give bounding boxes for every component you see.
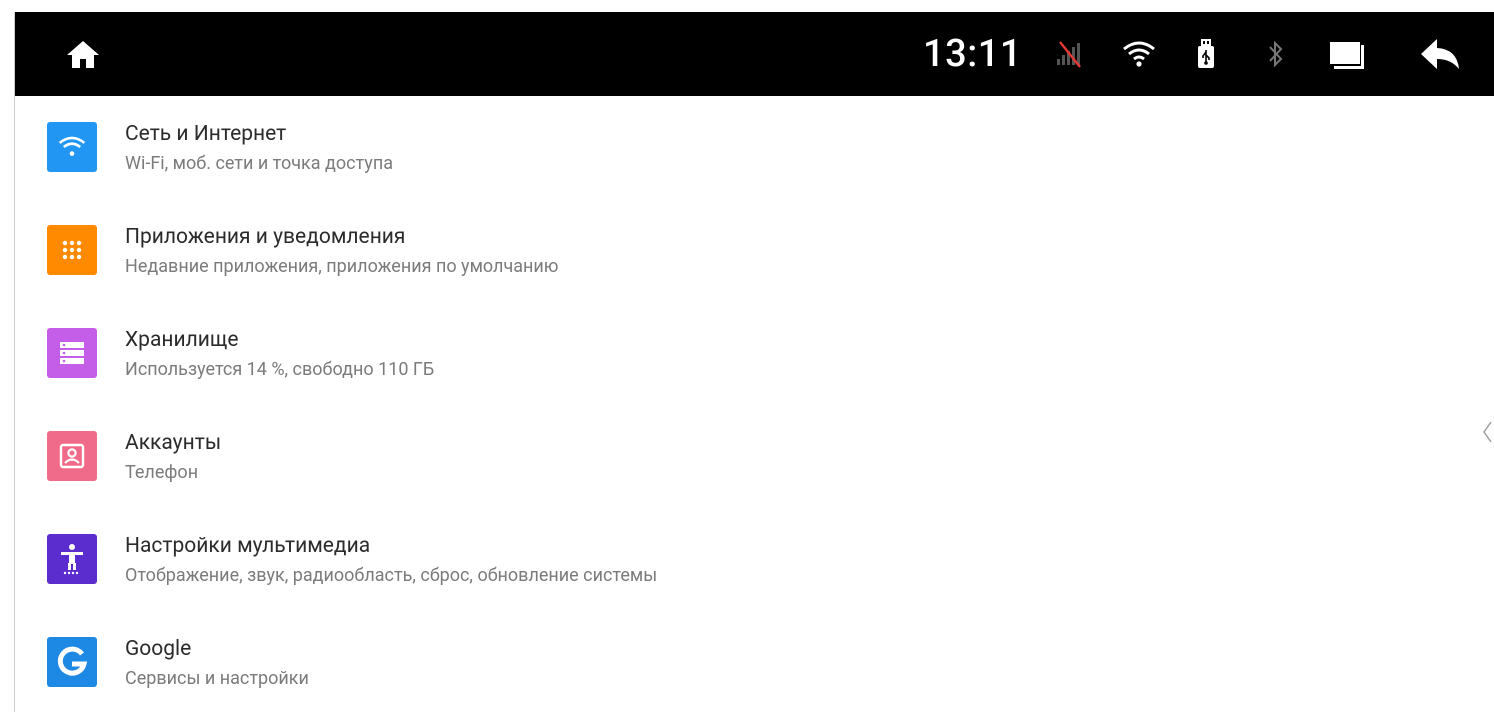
bluetooth-icon <box>1265 12 1287 96</box>
edge-chevron-left-icon[interactable] <box>1481 420 1493 444</box>
account-icon <box>47 431 97 481</box>
settings-item-title: Google <box>125 637 192 661</box>
settings-item-subtitle: Телефон <box>125 462 199 483</box>
settings-list: Сеть и Интернет Wi-Fi, моб. сети и точка… <box>15 96 1494 712</box>
settings-item-accounts[interactable]: Аккаунты Телефон <box>15 405 1455 508</box>
accessibility-icon <box>47 534 97 584</box>
usb-icon <box>1193 12 1219 96</box>
settings-item-storage[interactable]: Хранилище Используется 14 %, свободно 11… <box>15 302 1455 405</box>
settings-item-title: Аккаунты <box>125 431 222 455</box>
settings-item-subtitle: Wi-Fi, моб. сети и точка доступа <box>125 153 394 174</box>
settings-item-title: Настройки мультимедиа <box>125 534 371 558</box>
settings-item-network[interactable]: Сеть и Интернет Wi-Fi, моб. сети и точка… <box>15 96 1455 199</box>
settings-item-google[interactable]: Google Сервисы и настройки <box>15 611 1455 714</box>
frame-left <box>0 12 15 712</box>
clock: 13:11 <box>923 32 1022 76</box>
google-icon <box>47 637 97 687</box>
settings-item-subtitle: Отображение, звук, радиообласть, сброс, … <box>125 565 658 586</box>
frame-top <box>0 0 1494 12</box>
home-icon[interactable] <box>61 12 105 96</box>
no-signal-icon <box>1052 12 1086 96</box>
settings-item-subtitle: Недавние приложения, приложения по умолч… <box>125 256 559 277</box>
wifi-icon <box>47 122 97 172</box>
screen: 13:11 Сеть и Интернет Wi-Fi, моб. сети и… <box>0 0 1494 712</box>
settings-item-multimedia[interactable]: Настройки мультимедиа Отображение, звук,… <box>15 508 1455 611</box>
window-icon[interactable] <box>1326 12 1368 96</box>
settings-item-title: Хранилище <box>125 328 239 352</box>
apps-grid-icon <box>47 225 97 275</box>
settings-item-apps[interactable]: Приложения и уведомления Недавние прилож… <box>15 199 1455 302</box>
settings-item-title: Сеть и Интернет <box>125 122 287 146</box>
back-icon[interactable] <box>1417 12 1463 96</box>
settings-item-subtitle: Используется 14 %, свободно 110 ГБ <box>125 359 435 380</box>
status-bar: 13:11 <box>15 12 1494 96</box>
storage-icon <box>47 328 97 378</box>
wifi-icon <box>1119 12 1159 96</box>
settings-item-title: Приложения и уведомления <box>125 225 406 249</box>
settings-item-subtitle: Сервисы и настройки <box>125 668 309 689</box>
